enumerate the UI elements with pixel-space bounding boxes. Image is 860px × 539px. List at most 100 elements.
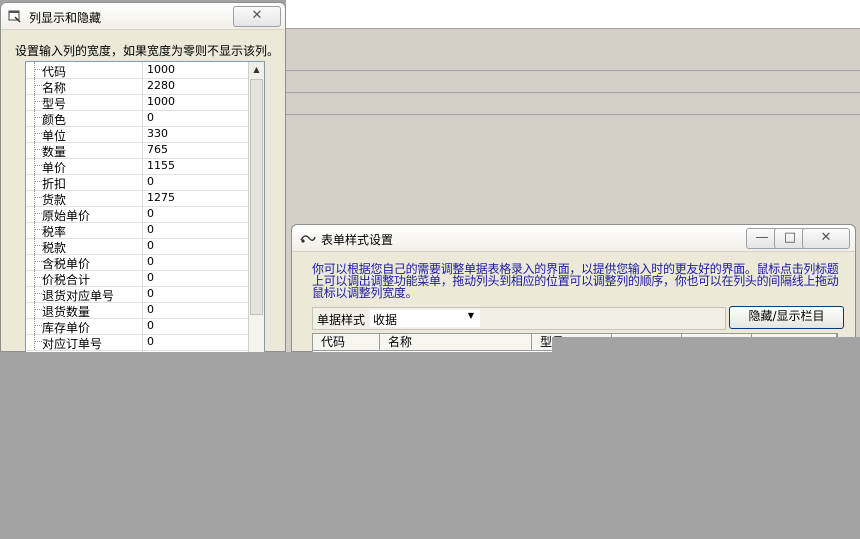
list-item[interactable]: 折扣 0 — [26, 174, 248, 191]
column-dialog-description: 设置输入列的宽度，如果宽度为零则不显示该列。 — [15, 44, 280, 58]
tree-line — [34, 62, 36, 78]
bg-white-bar — [285, 0, 860, 29]
tree-line — [34, 174, 36, 190]
toggle-columns-button[interactable]: 隐藏/显示栏目 — [729, 306, 844, 329]
tree-line — [34, 254, 36, 270]
tree-line — [35, 101, 42, 102]
list-item[interactable]: 型号 1000 — [26, 94, 248, 111]
occluded-area — [0, 352, 860, 539]
tree-line — [34, 190, 36, 206]
list-item[interactable]: 颜色 0 — [26, 110, 248, 127]
tree-line — [34, 238, 36, 254]
list-item[interactable]: 含税单价 0 — [26, 254, 248, 271]
list-item[interactable]: 原始单价 0 — [26, 206, 248, 223]
column-width-value[interactable]: 0 — [147, 207, 154, 220]
column-width-value[interactable]: 1000 — [147, 95, 175, 108]
style-select-value: 收据 — [373, 313, 398, 327]
chevron-down-icon[interactable]: ▼ — [468, 311, 474, 320]
vertical-scrollbar[interactable]: ▲ — [248, 62, 264, 356]
close-icon: ✕ — [251, 8, 263, 23]
list-item[interactable]: 库存单价 0 — [26, 318, 248, 335]
close-button[interactable]: ✕ — [802, 228, 850, 249]
column-name: 对应订单号 — [42, 337, 103, 351]
list-item[interactable]: 单价 1155 — [26, 158, 248, 175]
tree-line — [35, 325, 42, 326]
column-width-value[interactable]: 0 — [147, 335, 154, 348]
column-width-value[interactable]: 0 — [147, 271, 154, 284]
column-width-value[interactable]: 0 — [147, 319, 154, 332]
grid-header-code[interactable]: 代码 — [313, 334, 380, 351]
list-item[interactable]: 价税合计 0 — [26, 270, 248, 287]
tree-line — [34, 206, 36, 222]
column-width-value[interactable]: 0 — [147, 223, 154, 236]
scroll-up-arrow-icon[interactable]: ▲ — [249, 62, 264, 78]
tree-line — [35, 149, 42, 150]
list-item[interactable]: 税率 0 — [26, 222, 248, 239]
list-item[interactable]: 代码 1000 — [26, 62, 248, 79]
tree-line — [34, 158, 36, 174]
tree-line — [34, 286, 36, 302]
close-button[interactable]: ✕ — [233, 6, 281, 27]
bg-toolbar-strip-3 — [285, 92, 860, 115]
tree-line — [34, 270, 36, 286]
tree-line — [35, 181, 42, 182]
occluded-area — [552, 337, 860, 353]
column-width-value[interactable]: 2280 — [147, 79, 175, 92]
tree-line — [34, 334, 36, 350]
style-label: 单据样式 — [317, 313, 366, 327]
tree-line — [34, 222, 36, 238]
column-width-value[interactable]: 0 — [147, 239, 154, 252]
tree-line — [34, 302, 36, 318]
bg-toolbar-strip-2 — [285, 70, 860, 93]
scrollbar-thumb[interactable] — [250, 79, 263, 315]
form-dialog-description: 你可以根据您自己的需要调整单据表格录入的界面，以提供您输入时的更友好的界面。鼠标… — [312, 262, 839, 300]
column-width-value[interactable]: 765 — [147, 143, 168, 156]
style-select[interactable]: 收据 ▼ — [369, 309, 481, 328]
list-item[interactable]: 税款 0 — [26, 238, 248, 255]
column-width-value[interactable]: 0 — [147, 303, 154, 316]
column-width-value[interactable]: 0 — [147, 287, 154, 300]
column-width-value[interactable]: 1275 — [147, 191, 175, 204]
tree-line — [35, 309, 42, 310]
list-item[interactable]: 货款 1275 — [26, 190, 248, 207]
tree-line — [34, 94, 36, 110]
column-width-value[interactable]: 1155 — [147, 159, 175, 172]
list-item[interactable]: 单位 330 — [26, 126, 248, 143]
minimize-icon: — — [755, 230, 769, 245]
column-width-value[interactable]: 0 — [147, 255, 154, 268]
column-visibility-dialog: 列显示和隐藏 ✕ 设置输入列的宽度，如果宽度为零则不显示该列。 代码 1000 名称… — [0, 2, 286, 357]
tree-line — [35, 213, 42, 214]
list-item[interactable]: 数量 765 — [26, 142, 248, 159]
column-width-list[interactable]: 代码 1000 名称 2280 型号 1000 颜色 0 单位 330 数量 765 单价 1155 折扣 0… — [25, 61, 265, 357]
column-width-value[interactable]: 1000 — [147, 63, 175, 76]
column-dialog-title: 列显示和隐藏 — [29, 11, 102, 25]
tree-line — [35, 69, 42, 70]
list-item[interactable]: 对应订单号 0 — [26, 334, 248, 351]
list-item[interactable]: 名称 2280 — [26, 78, 248, 95]
window-icon — [8, 9, 22, 26]
tree-line — [35, 293, 42, 294]
tree-line — [35, 277, 42, 278]
tree-line — [34, 110, 36, 126]
column-width-value[interactable]: 330 — [147, 127, 168, 140]
column-width-value[interactable]: 0 — [147, 175, 154, 188]
tree-line — [35, 133, 42, 134]
tree-line — [35, 165, 42, 166]
list-item[interactable]: 退货数量 0 — [26, 302, 248, 319]
form-dialog-title: 表单样式设置 — [321, 233, 394, 247]
tree-line — [34, 126, 36, 142]
form-style-dialog: 表单样式设置 — □ ✕ 你可以根据您自己的需要调整单据表格录入的界面，以提供您… — [291, 224, 856, 354]
form-dialog-titlebar: 表单样式设置 — □ ✕ — [292, 225, 855, 252]
column-width-value[interactable]: 0 — [147, 111, 154, 124]
tree-line — [34, 318, 36, 334]
close-icon: ✕ — [820, 230, 832, 245]
tree-line — [34, 142, 36, 158]
list-item[interactable]: 退货对应单号 0 — [26, 286, 248, 303]
tree-line — [35, 229, 42, 230]
tree-line — [35, 85, 42, 86]
tree-line — [35, 197, 42, 198]
column-dialog-titlebar: 列显示和隐藏 ✕ — [1, 3, 285, 30]
grid-header-name[interactable]: 名称 — [380, 334, 532, 351]
tree-line — [35, 261, 42, 262]
tree-line — [34, 78, 36, 94]
